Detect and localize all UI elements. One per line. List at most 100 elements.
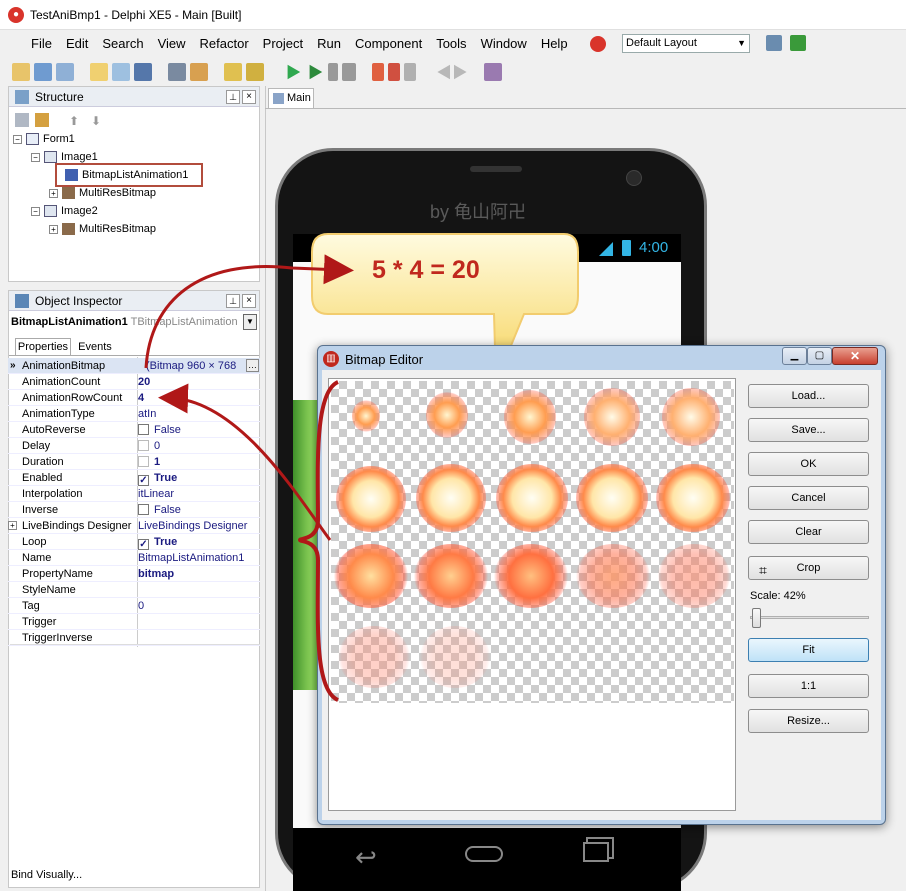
save-all-icon[interactable]: [56, 63, 74, 81]
run-without-debugging-icon[interactable]: [309, 64, 323, 80]
collapse-icon[interactable]: −: [13, 134, 22, 144]
ellipsis-button[interactable]: …: [246, 359, 259, 372]
tab-line: [265, 108, 906, 109]
crop-button[interactable]: ⌗ Crop: [748, 556, 869, 580]
scale-slider[interactable]: [750, 608, 869, 628]
tab-events[interactable]: Events: [73, 339, 117, 355]
prop-row-inverse[interactable]: Inverse False: [8, 502, 260, 518]
layout-select[interactable]: Default Layout ▼: [622, 34, 750, 53]
prop-row-loop[interactable]: Loop ✓ True: [8, 534, 260, 550]
one-to-one-button[interactable]: 1:1: [748, 674, 869, 698]
view-unit-icon[interactable]: [168, 63, 186, 81]
menu-tools[interactable]: Tools: [429, 33, 473, 55]
menu-search[interactable]: Search: [95, 33, 150, 55]
add-file-icon[interactable]: [224, 63, 242, 81]
prop-row-delay[interactable]: Delay 0: [8, 438, 260, 454]
prop-row-animationbitmap[interactable]: » AnimationBitmap (Bitmap 960 × 768…: [8, 358, 260, 374]
load-button[interactable]: Load...: [748, 384, 869, 408]
remove-file-icon[interactable]: [246, 63, 264, 81]
tab-properties[interactable]: Properties: [15, 338, 71, 355]
prop-row-interpolation[interactable]: Interpolation itLinear: [8, 486, 260, 502]
prop-value: itLinear: [138, 488, 175, 500]
dialog-title: Bitmap Editor: [345, 352, 424, 367]
save-button[interactable]: Save...: [748, 418, 869, 442]
pin-icon[interactable]: ⊥: [226, 294, 240, 308]
object-selector[interactable]: BitmapListAnimation1 TBitmapListAnimatio…: [9, 313, 259, 333]
tab-main[interactable]: Main: [268, 88, 314, 108]
bind-visually-link[interactable]: Bind Visually...: [11, 869, 82, 881]
prop-row-tag[interactable]: Tag 0: [8, 598, 260, 614]
menu-file[interactable]: File: [24, 33, 59, 55]
fit-button[interactable]: Fit: [748, 638, 869, 662]
close-icon[interactable]: ×: [242, 294, 256, 308]
checkbox[interactable]: [138, 424, 149, 435]
tree-node-image2[interactable]: − Image2: [31, 205, 98, 218]
menu-refactor[interactable]: Refactor: [193, 33, 256, 55]
save-desktop-icon[interactable]: [766, 35, 782, 51]
arrow-down-icon[interactable]: ⬇: [91, 114, 101, 128]
help-embarcadero-icon[interactable]: [590, 36, 606, 52]
menu-run[interactable]: Run: [310, 33, 348, 55]
tree-node-multiresbitmap[interactable]: + MultiResBitmap: [49, 187, 156, 200]
prop-row-stylename[interactable]: StyleName: [8, 582, 260, 598]
collapse-icon[interactable]: −: [31, 152, 40, 162]
cut-icon[interactable]: [35, 113, 49, 127]
prop-row-name[interactable]: Name BitmapListAnimation1: [8, 550, 260, 566]
expand-icon[interactable]: +: [49, 188, 58, 198]
view-form-icon[interactable]: [190, 63, 208, 81]
ok-button[interactable]: OK: [748, 452, 869, 476]
prop-row-animationrowcount[interactable]: AnimationRowCount 4: [8, 390, 260, 406]
help-book-icon[interactable]: [484, 63, 502, 81]
maximize-icon[interactable]: ▢: [807, 347, 832, 365]
set-debug-desktop-icon[interactable]: [790, 35, 806, 51]
prop-row-animationtype[interactable]: AnimationType atIn: [8, 406, 260, 422]
menu-help[interactable]: Help: [534, 33, 575, 55]
menu-edit[interactable]: Edit: [59, 33, 95, 55]
stop-icon[interactable]: [342, 63, 356, 81]
clear-button[interactable]: Clear: [748, 520, 869, 544]
expand-icon[interactable]: +: [49, 224, 58, 234]
open-file-icon[interactable]: [112, 63, 130, 81]
checkbox[interactable]: [138, 504, 149, 515]
prop-row-enabled[interactable]: Enabled ✓ True: [8, 470, 260, 486]
pause-icon[interactable]: [328, 63, 338, 81]
step-over-icon[interactable]: [388, 63, 400, 81]
prop-row-animationcount[interactable]: AnimationCount 20: [8, 374, 260, 390]
prop-row-trigger[interactable]: Trigger: [8, 614, 260, 630]
open-project-icon[interactable]: [34, 63, 52, 81]
prop-row-propertyname[interactable]: PropertyName bitmap: [8, 566, 260, 582]
expand-icon[interactable]: +: [8, 521, 17, 530]
run-icon[interactable]: [287, 64, 301, 80]
arrow-up-icon[interactable]: ⬆: [69, 114, 79, 128]
menu-window[interactable]: Window: [474, 33, 534, 55]
close-icon[interactable]: ×: [242, 90, 256, 104]
minimize-icon[interactable]: ▁: [782, 347, 807, 365]
forward-icon[interactable]: [454, 64, 467, 80]
trace-into-icon[interactable]: [372, 63, 384, 81]
prop-row-autoreverse[interactable]: AutoReverse False: [8, 422, 260, 438]
prop-row-duration[interactable]: Duration 1: [8, 454, 260, 470]
close-icon[interactable]: ✕: [832, 347, 878, 365]
cancel-button[interactable]: Cancel: [748, 486, 869, 510]
resize-button[interactable]: Resize...: [748, 709, 869, 733]
checkbox-checked[interactable]: ✓: [138, 539, 149, 550]
chevron-down-icon[interactable]: ▼: [243, 314, 257, 330]
slider-thumb[interactable]: [752, 608, 761, 628]
menu-project[interactable]: Project: [256, 33, 310, 55]
tree-node-multiresbitmap-2[interactable]: + MultiResBitmap: [49, 223, 156, 236]
prop-row-livebindings[interactable]: + LiveBindings Designer LiveBindings Desig…: [8, 518, 260, 534]
tree-node-image1[interactable]: − Image1: [31, 151, 98, 164]
pin-icon[interactable]: ⊥: [226, 90, 240, 104]
run-to-cursor-icon[interactable]: [404, 63, 416, 81]
collapse-icon[interactable]: −: [31, 206, 40, 216]
delete-icon[interactable]: [15, 113, 29, 127]
tree-node-form1[interactable]: − Form1: [13, 133, 75, 146]
new-items-icon[interactable]: [12, 63, 30, 81]
menu-component[interactable]: Component: [348, 33, 429, 55]
prop-row-triggerinverse[interactable]: TriggerInverse: [8, 630, 260, 646]
new-form-icon[interactable]: [90, 63, 108, 81]
checkbox-checked[interactable]: ✓: [138, 475, 149, 486]
menu-view[interactable]: View: [151, 33, 193, 55]
back-icon[interactable]: [437, 64, 450, 80]
save-icon[interactable]: [134, 63, 152, 81]
